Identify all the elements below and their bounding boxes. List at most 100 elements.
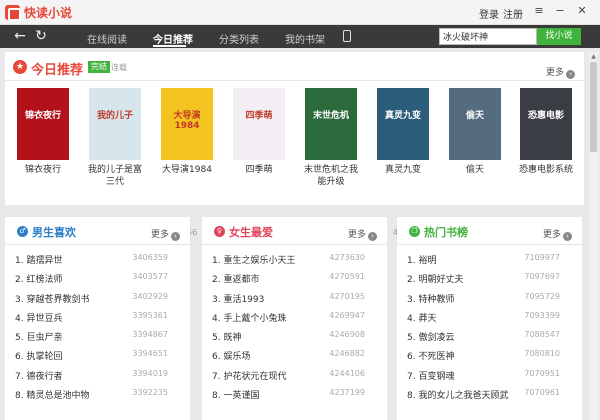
book-title[interactable]: 大导演1984 — [157, 164, 217, 176]
list-item[interactable]: 4. 莽天 7093399 — [397, 308, 582, 327]
list-item[interactable]: 3. 特种教师 7095729 — [397, 289, 582, 308]
search-button[interactable]: 找小说 — [537, 28, 581, 45]
book-card[interactable]: 偷天偷天4140 — [445, 88, 505, 237]
list-item-title[interactable]: 4. 手上戴个小兔珠 — [212, 311, 286, 324]
list-item-count: 4237199 — [329, 388, 365, 398]
list-item[interactable]: 5. 巨虫尸亲 3394867 — [5, 327, 190, 346]
mobile-phone-icon[interactable] — [343, 30, 351, 42]
scroll-thumb[interactable] — [590, 62, 597, 152]
list-item[interactable]: 8. 一英谨国 4237199 — [202, 385, 387, 404]
list-item-title[interactable]: 8. 精灵总是池中物 — [15, 388, 89, 401]
list-item[interactable]: 1. 踏孺异世 3406359 — [5, 250, 190, 269]
tab-today-recommend[interactable]: 今日推荐 — [153, 31, 193, 46]
recommend-more-link[interactable]: 更多 › — [546, 65, 576, 79]
list-item[interactable]: 1. 裕明 7109977 — [397, 250, 582, 269]
book-cover-image[interactable]: 大导演1984 — [161, 88, 213, 160]
list-item-title[interactable]: 7. 百变钢魂 — [407, 369, 454, 382]
search-input[interactable] — [439, 28, 537, 45]
list-item[interactable]: 5. 傲剑凌云 7088547 — [397, 327, 582, 346]
list-item-title[interactable]: 4. 异世豆兵 — [15, 311, 62, 324]
list-item-title[interactable]: 5. 巨虫尸亲 — [15, 330, 62, 343]
list-item-title[interactable]: 1. 踏孺异世 — [15, 253, 62, 266]
list-item[interactable]: 8. 精灵总是池中物 3392235 — [5, 385, 190, 404]
list-item-title[interactable]: 2. 重返都市 — [212, 272, 259, 285]
book-title[interactable]: 恐惠电影系统 — [516, 164, 576, 176]
list-more-link[interactable]: 更多 › — [348, 227, 377, 241]
list-item[interactable]: 3. 重活1993 4270195 — [202, 289, 387, 308]
list-item-title[interactable]: 7. 德夜行者 — [15, 369, 62, 382]
list-item[interactable]: 5. 既神 4246908 — [202, 327, 387, 346]
list-item[interactable]: 2. 红榜法师 3403577 — [5, 269, 190, 288]
list-more-link[interactable]: 更多 › — [151, 227, 180, 241]
list-item[interactable]: 1. 重生之娱乐小天王 4273630 — [202, 250, 387, 269]
list-item-title[interactable]: 5. 傲剑凌云 — [407, 330, 454, 343]
list-item-title[interactable]: 2. 红榜法师 — [15, 272, 62, 285]
list-item-title[interactable]: 1. 重生之娱乐小天王 — [212, 253, 295, 266]
book-cover-image[interactable]: 偷天 — [449, 88, 501, 160]
list-item-title[interactable]: 3. 重活1993 — [212, 292, 264, 305]
list-item-count: 7095729 — [524, 291, 560, 301]
tab-my-bookshelf[interactable]: 我的书架 — [285, 31, 325, 46]
list-item[interactable]: 4. 异世豆兵 3395361 — [5, 308, 190, 327]
list-item[interactable]: 6. 娱乐场 4246882 — [202, 346, 387, 365]
list-item[interactable]: 7. 护花状元在现代 4244106 — [202, 366, 387, 385]
menu-icon[interactable]: ≡ — [533, 5, 545, 17]
book-cover-image[interactable]: 末世危机 — [305, 88, 357, 160]
book-cover-image[interactable]: 恐惠电影 — [520, 88, 572, 160]
list-item[interactable]: 2. 重返都市 4270591 — [202, 269, 387, 288]
list-item[interactable]: 8. 我的女儿之我爸天顾武 7070961 — [397, 385, 582, 404]
list-item-count: 7109977 — [524, 253, 560, 262]
list-item-title[interactable]: 6. 执掌轮回 — [15, 349, 62, 362]
book-title[interactable]: 末世危机之我能升级 — [301, 164, 361, 188]
book-title[interactable]: 偷天 — [445, 164, 505, 176]
list-item[interactable]: 7. 德夜行者 3394019 — [5, 366, 190, 385]
book-card[interactable]: 大导演1984大导演19844156 — [157, 88, 217, 237]
list-item-title[interactable]: 3. 特种教师 — [407, 292, 454, 305]
list-item-title[interactable]: 6. 不死医神 — [407, 349, 454, 362]
book-card[interactable]: 恐惠电影恐惠电影系统4135 — [516, 88, 576, 237]
book-cover-image[interactable]: 锦衣夜行 — [17, 88, 69, 160]
list-item[interactable]: 7. 百变钢魂 7070951 — [397, 366, 582, 385]
tag-serializing[interactable]: 连载 — [111, 62, 127, 73]
book-title[interactable]: 真灵九变 — [373, 164, 433, 176]
book-card[interactable]: 我的儿子我的儿子是富三代4177 — [85, 88, 145, 237]
list-item-title[interactable]: 1. 裕明 — [407, 253, 436, 266]
book-card[interactable]: 末世危机末世危机之我能升级4147 — [301, 88, 361, 237]
list-item-title[interactable]: 8. 我的女儿之我爸天顾武 — [407, 388, 508, 401]
book-card[interactable]: 四季萌四季萌4149 — [229, 88, 289, 237]
book-title[interactable]: 四季萌 — [229, 164, 289, 176]
list-item-title[interactable]: 4. 莽天 — [407, 311, 436, 324]
back-arrow-icon[interactable]: ← — [12, 29, 28, 44]
list-item[interactable]: 4. 手上戴个小兔珠 4269947 — [202, 308, 387, 327]
book-title[interactable]: 锦衣夜行 — [13, 164, 73, 176]
scrollbar[interactable]: ▲ — [589, 52, 598, 420]
book-card[interactable]: 锦衣夜行锦衣夜行4178 — [13, 88, 73, 237]
list-item-title[interactable]: 7. 护花状元在现代 — [212, 369, 286, 382]
list-item-title[interactable]: 5. 既神 — [212, 330, 241, 343]
tag-completed[interactable]: 完结 — [88, 61, 110, 73]
list-item[interactable]: 3. 穿越苍界教剑书 3402929 — [5, 289, 190, 308]
book-cover-image[interactable]: 我的儿子 — [89, 88, 141, 160]
book-cover-image[interactable]: 四季萌 — [233, 88, 285, 160]
minimize-icon[interactable]: − — [554, 5, 566, 17]
list-item-title[interactable]: 2. 明朝好丈夫 — [407, 272, 463, 285]
list-item-count: 3394867 — [132, 330, 168, 340]
list-item[interactable]: 6. 不死医神 7080810 — [397, 346, 582, 365]
list-item-title[interactable]: 3. 穿越苍界教剑书 — [15, 292, 89, 305]
book-card[interactable]: 真灵九变真灵九变4143 — [373, 88, 433, 237]
tab-category-list[interactable]: 分类列表 — [219, 31, 259, 46]
register-link[interactable]: 注册 — [503, 6, 523, 21]
list-more-link[interactable]: 更多 › — [543, 227, 572, 241]
book-cover-image[interactable]: 真灵九变 — [377, 88, 429, 160]
list-item[interactable]: 6. 执掌轮回 3394651 — [5, 346, 190, 365]
list-item-count: 4246908 — [329, 330, 365, 340]
login-link[interactable]: 登录 — [479, 6, 499, 21]
refresh-icon[interactable]: ↻ — [33, 29, 49, 44]
close-icon[interactable]: ✕ — [576, 5, 588, 17]
list-item-title[interactable]: 8. 一英谨国 — [212, 388, 259, 401]
book-title[interactable]: 我的儿子是富三代 — [85, 164, 145, 188]
scroll-up-icon[interactable]: ▲ — [589, 52, 598, 61]
list-item-title[interactable]: 6. 娱乐场 — [212, 349, 250, 362]
list-item[interactable]: 2. 明朝好丈夫 7097697 — [397, 269, 582, 288]
tab-online-reading[interactable]: 在线阅读 — [87, 31, 127, 46]
